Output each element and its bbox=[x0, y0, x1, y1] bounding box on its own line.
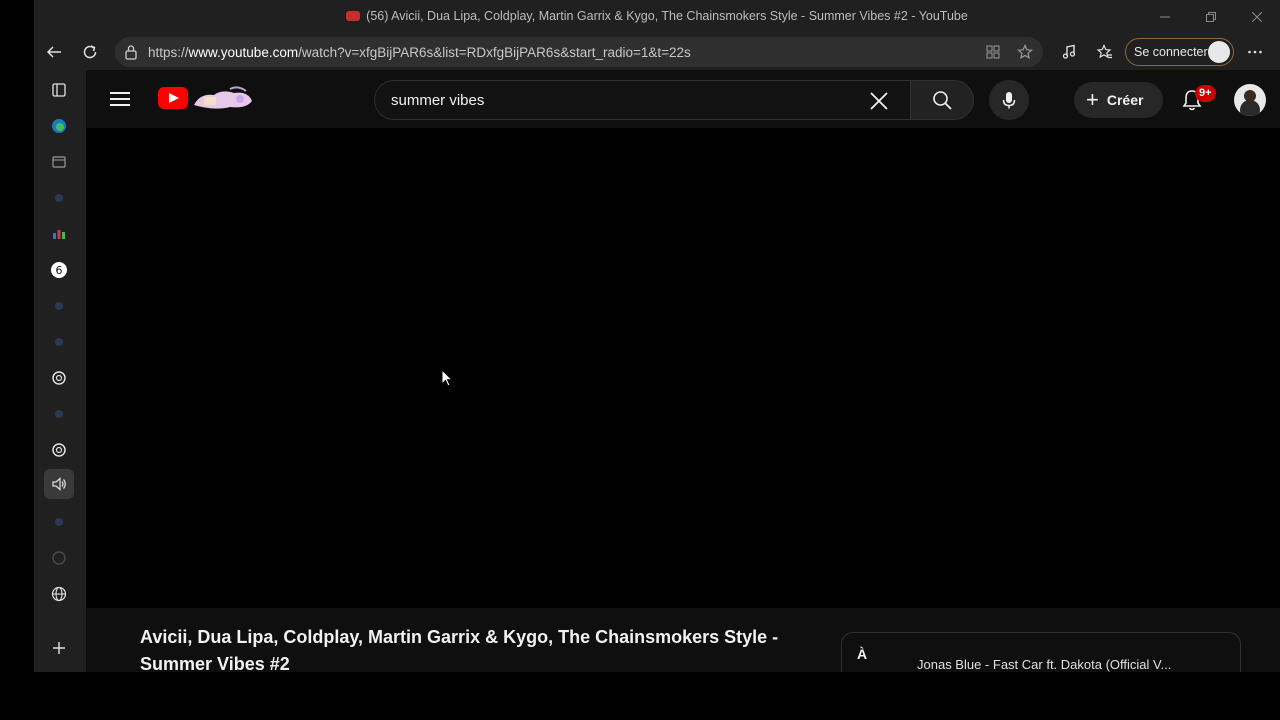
more-menu-button[interactable] bbox=[1241, 38, 1269, 66]
colored-bars-icon bbox=[53, 230, 65, 239]
restore-button[interactable] bbox=[1188, 0, 1234, 34]
search-box[interactable] bbox=[374, 80, 910, 120]
edge-tab[interactable] bbox=[44, 111, 74, 141]
ellipsis-icon bbox=[1248, 50, 1262, 54]
six-logo-icon: 6 bbox=[51, 262, 67, 278]
clear-search-icon[interactable] bbox=[867, 89, 891, 113]
search-tab[interactable] bbox=[44, 183, 74, 213]
up-next-title[interactable]: Jonas Blue - Fast Car ft. Dakota (Offici… bbox=[917, 657, 1171, 672]
profile-avatar-icon bbox=[1208, 41, 1230, 63]
search-icon bbox=[55, 194, 63, 202]
create-button[interactable]: + Créer bbox=[1074, 82, 1163, 118]
search-tab-2[interactable] bbox=[44, 291, 74, 321]
search-icon bbox=[933, 91, 952, 110]
search-icon bbox=[55, 410, 63, 418]
mouse-cursor-icon bbox=[441, 369, 453, 387]
youtube-header: + Créer 9+ bbox=[86, 70, 1280, 128]
minimize-icon bbox=[1160, 16, 1170, 18]
video-title: Avicii, Dua Lipa, Coldplay, Martin Garri… bbox=[140, 627, 779, 672]
plus-icon bbox=[53, 642, 65, 654]
up-next-label: À bbox=[857, 646, 868, 662]
favorite-star-icon[interactable] bbox=[1015, 42, 1035, 62]
close-icon bbox=[1252, 12, 1262, 22]
openai-icon bbox=[52, 371, 66, 385]
web-tab[interactable] bbox=[44, 579, 74, 609]
favorites-icon bbox=[1097, 44, 1112, 59]
refresh-icon bbox=[83, 45, 97, 59]
title-bar: (56) Avicii, Dua Lipa, Coldplay, Martin … bbox=[34, 0, 1280, 34]
microphone-icon bbox=[1002, 92, 1016, 109]
search-tab-5[interactable] bbox=[44, 507, 74, 537]
video-player[interactable] bbox=[86, 128, 1280, 608]
restore-icon bbox=[1206, 12, 1216, 22]
chatgpt-tab[interactable] bbox=[44, 363, 74, 393]
openai-icon bbox=[52, 443, 66, 457]
search-input[interactable] bbox=[391, 92, 851, 109]
notifications-badge: 9+ bbox=[1195, 85, 1216, 102]
refresh-button[interactable] bbox=[76, 38, 104, 66]
dim-tab[interactable] bbox=[44, 543, 74, 573]
lock-icon[interactable] bbox=[124, 44, 138, 65]
browser-toolbar: https://www.youtube.com/watch?v=xfgBijPA… bbox=[34, 34, 1280, 70]
youtube-favicon-icon bbox=[346, 11, 361, 21]
search-icon bbox=[55, 518, 63, 526]
page-tab[interactable] bbox=[44, 147, 74, 177]
back-button[interactable] bbox=[40, 38, 68, 66]
search-tab-3[interactable] bbox=[44, 327, 74, 357]
arrow-left-icon bbox=[46, 46, 61, 58]
video-info: Avicii, Dua Lipa, Coldplay, Martin Garri… bbox=[86, 608, 1280, 672]
globe-icon bbox=[51, 586, 67, 602]
account-avatar[interactable] bbox=[1234, 84, 1266, 116]
circle-logo-icon bbox=[52, 551, 66, 565]
menu-line bbox=[110, 98, 130, 100]
browser-sidebar: 6 bbox=[34, 70, 86, 672]
youtube-page: + Créer 9+ Avicii, Dua Lipa, Coldplay, M… bbox=[86, 70, 1280, 672]
app-available-icon[interactable] bbox=[983, 42, 1003, 62]
search-tab-4[interactable] bbox=[44, 399, 74, 429]
menu-line bbox=[110, 92, 130, 94]
address-bar[interactable]: https://www.youtube.com/watch?v=xfgBijPA… bbox=[115, 37, 1043, 67]
page-icon bbox=[52, 156, 66, 168]
favorites-button[interactable] bbox=[1091, 38, 1119, 66]
six-tab[interactable]: 6 bbox=[44, 255, 74, 285]
chatgpt-tab-2[interactable] bbox=[44, 435, 74, 465]
url-text[interactable]: https://www.youtube.com/watch?v=xfgBijPA… bbox=[148, 45, 691, 60]
youtube-logo-icon[interactable] bbox=[158, 87, 188, 109]
menu-line bbox=[110, 104, 130, 106]
sign-in-button[interactable]: Se connecter bbox=[1125, 38, 1234, 66]
tab-actions-icon bbox=[52, 83, 66, 97]
plus-icon: + bbox=[1086, 87, 1099, 112]
tab-actions-button[interactable] bbox=[44, 75, 74, 105]
speaker-icon bbox=[52, 477, 66, 491]
voice-search-button[interactable] bbox=[989, 80, 1029, 120]
hamburger-menu-button[interactable] bbox=[108, 87, 132, 111]
window-controls bbox=[1142, 0, 1280, 34]
analytics-tab[interactable] bbox=[44, 219, 74, 249]
up-next-card[interactable]: À Jonas Blue - Fast Car ft. Dakota (Offi… bbox=[841, 632, 1241, 672]
edge-logo-icon bbox=[52, 119, 66, 133]
youtube-doodle-icon[interactable] bbox=[190, 83, 256, 113]
close-button[interactable] bbox=[1234, 0, 1280, 34]
search-icon bbox=[55, 338, 63, 346]
window-title: (56) Avicii, Dua Lipa, Coldplay, Martin … bbox=[34, 9, 1280, 23]
svg-text:6: 6 bbox=[56, 264, 63, 277]
audio-playing-tab[interactable] bbox=[44, 469, 74, 499]
media-control-button[interactable] bbox=[1055, 38, 1083, 66]
music-note-icon bbox=[1062, 44, 1076, 59]
minimize-button[interactable] bbox=[1142, 0, 1188, 34]
new-tab-button[interactable] bbox=[44, 633, 74, 663]
search-icon bbox=[55, 302, 63, 310]
search-button[interactable] bbox=[910, 80, 974, 120]
